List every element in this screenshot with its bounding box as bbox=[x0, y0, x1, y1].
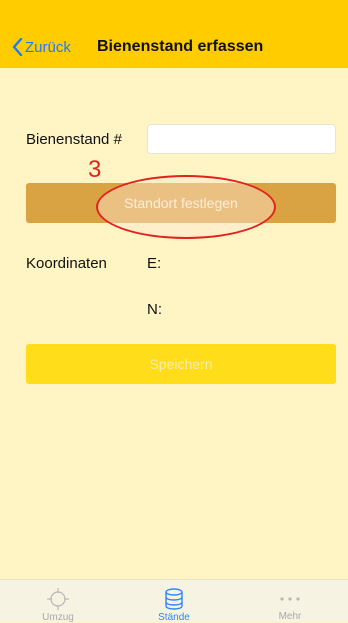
page-title: Bienenstand erfassen bbox=[97, 38, 264, 55]
east-label: E: bbox=[147, 255, 162, 272]
database-icon bbox=[163, 588, 185, 610]
tab-mehr-label: Mehr bbox=[278, 611, 302, 622]
annotation-step-number: 3 bbox=[88, 156, 102, 183]
save-button[interactable]: Speichern bbox=[26, 344, 336, 384]
back-label: Zurück bbox=[25, 38, 71, 56]
chevron-left-icon bbox=[12, 38, 23, 56]
tab-staende-label: Stände bbox=[158, 612, 190, 623]
tab-umzug[interactable]: Umzug bbox=[0, 580, 116, 623]
crosshair-icon bbox=[46, 588, 70, 610]
tab-bar: Umzug Stände Mehr bbox=[0, 579, 348, 623]
coordinates-label: Koordinaten bbox=[26, 255, 107, 272]
tab-mehr[interactable]: Mehr bbox=[232, 580, 348, 622]
hive-number-label: Bienenstand # bbox=[26, 131, 122, 148]
tab-staende[interactable]: Stände bbox=[116, 580, 232, 623]
back-button[interactable]: Zurück bbox=[12, 38, 71, 56]
hive-number-input[interactable] bbox=[147, 124, 336, 154]
save-label: Speichern bbox=[149, 356, 213, 372]
tab-umzug-label: Umzug bbox=[42, 612, 74, 623]
annotation-highlight-ellipse bbox=[96, 175, 276, 239]
north-label: N: bbox=[147, 301, 162, 318]
more-dots-icon bbox=[278, 588, 302, 609]
navigation-bar: Zurück Bienenstand erfassen bbox=[0, 0, 348, 68]
